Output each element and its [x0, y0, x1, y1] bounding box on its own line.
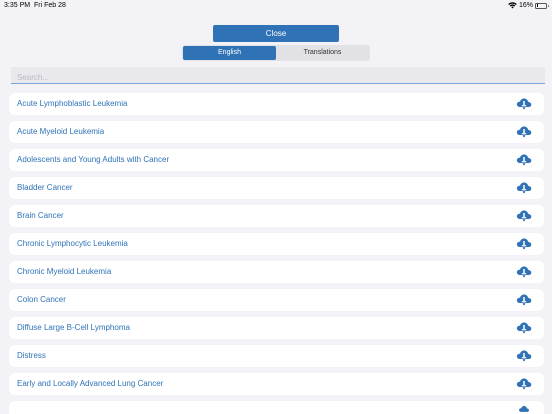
search-bar [11, 67, 545, 86]
list-item-label: Bladder Cancer [17, 183, 73, 192]
list-item-label: Early and Locally Advanced Lung Cancer [17, 379, 164, 388]
list-item[interactable]: Brain Cancer [9, 205, 544, 227]
list-item-label: Distress [17, 351, 46, 360]
status-bar: 3:35 PM Fri Feb 28 16% [0, 0, 552, 12]
status-date: Fri Feb 28 [34, 2, 66, 9]
cloud-download-icon[interactable] [516, 97, 532, 110]
list-item[interactable]: Chronic Myeloid Leukemia [9, 261, 544, 283]
list-item[interactable]: Adolescents and Young Adults with Cancer [9, 149, 544, 171]
battery-icon [535, 2, 549, 9]
status-time: 3:35 PM [4, 2, 31, 9]
list-item-label: Chronic Myeloid Leukemia [17, 267, 112, 276]
list-item[interactable]: Acute Lymphoblastic Leukemia [9, 93, 544, 115]
cloud-download-icon[interactable] [516, 349, 532, 362]
list-item[interactable]: Early and Locally Advanced Lung Cancer [9, 373, 544, 395]
list-item[interactable]: Distress [9, 345, 544, 367]
cloud-download-icon[interactable] [516, 237, 532, 250]
cloud-download-icon[interactable] [516, 181, 532, 194]
list-item[interactable]: Colon Cancer [9, 289, 544, 311]
tab-english[interactable]: English [183, 46, 276, 60]
guide-list: Acute Lymphoblastic Leukemia Acute Myeloi… [9, 93, 544, 401]
list-item[interactable]: Bladder Cancer [9, 177, 544, 199]
cloud-download-icon[interactable] [516, 377, 532, 390]
list-item-partial[interactable] [9, 401, 544, 414]
list-item[interactable]: Acute Myeloid Leukemia [9, 121, 544, 143]
cloud-download-icon[interactable] [516, 321, 532, 334]
cloud-download-icon[interactable] [516, 125, 532, 138]
list-item-label: Acute Lymphoblastic Leukemia [17, 99, 128, 108]
cloud-download-icon[interactable] [516, 293, 532, 306]
status-indicators: 16% [508, 2, 549, 9]
battery-level [536, 4, 539, 7]
search-input[interactable] [11, 69, 545, 86]
wifi-icon [508, 2, 517, 9]
cloud-download-icon[interactable] [516, 209, 532, 222]
cloud-download-icon[interactable] [516, 265, 532, 278]
list-item-label: Chronic Lymphocytic Leukemia [17, 239, 128, 248]
language-segmented-control: English Translations [182, 45, 370, 61]
tab-translations[interactable]: Translations [276, 46, 369, 60]
list-item-label: Adolescents and Young Adults with Cancer [17, 155, 170, 164]
close-button[interactable]: Close [213, 25, 339, 42]
cloud-download-icon[interactable] [516, 405, 532, 414]
battery-percent: 16% [518, 2, 533, 9]
list-item[interactable]: Diffuse Large B-Cell Lymphoma [9, 317, 544, 339]
list-item-label: Brain Cancer [17, 211, 64, 220]
list-item-label: Colon Cancer [17, 295, 66, 304]
list-item[interactable]: Chronic Lymphocytic Leukemia [9, 233, 544, 255]
list-item-label: Acute Myeloid Leukemia [17, 127, 105, 136]
cloud-download-icon[interactable] [516, 153, 532, 166]
list-item-label: Diffuse Large B-Cell Lymphoma [17, 323, 130, 332]
